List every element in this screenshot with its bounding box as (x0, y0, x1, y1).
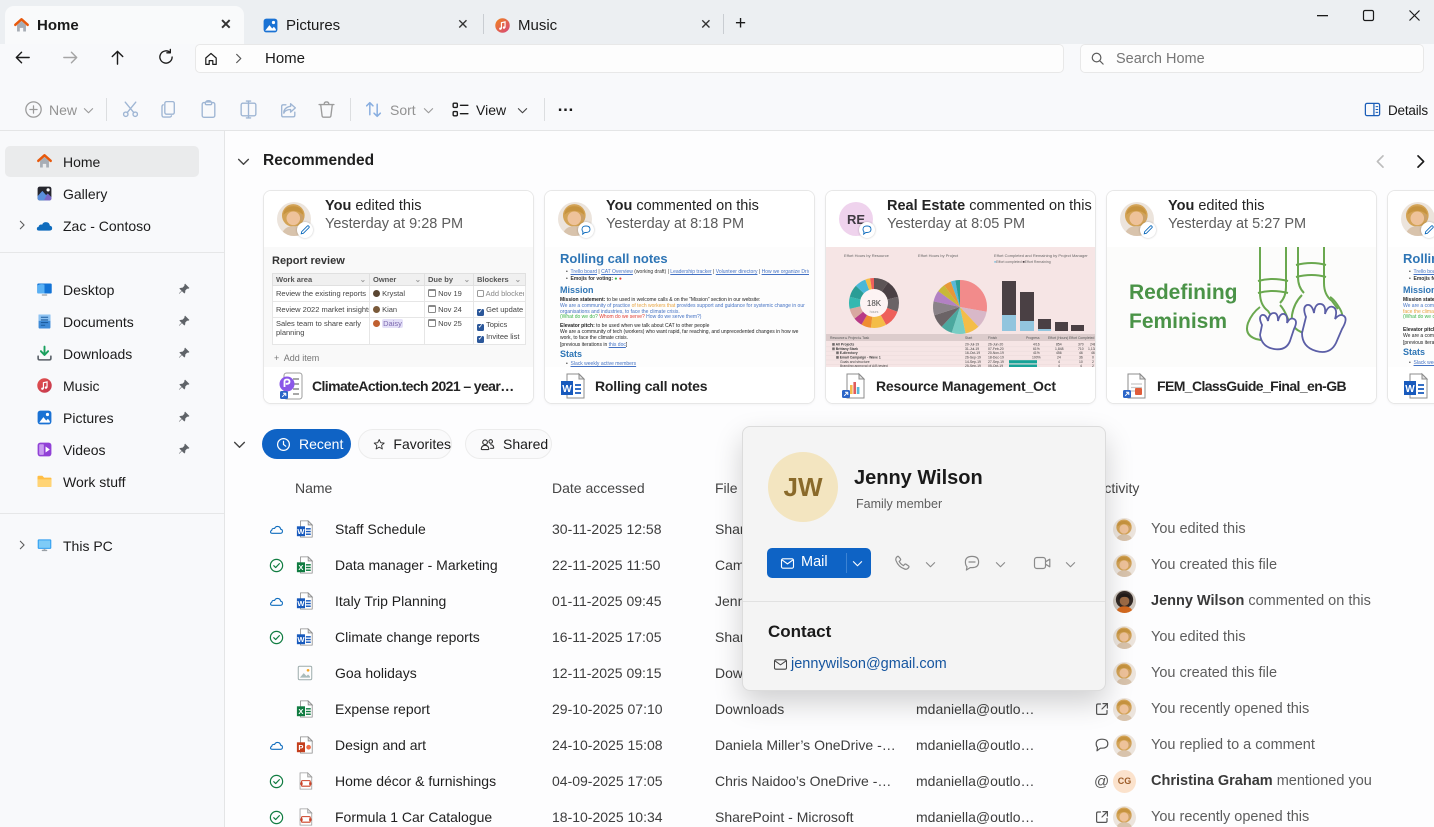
svg-text:07-Feb-20: 07-Feb-20 (988, 347, 1004, 351)
svg-text:W: W (1405, 384, 1415, 395)
svg-text:710: 710 (1078, 347, 1084, 351)
svg-text:20-Jul-19: 20-Jul-19 (965, 342, 979, 346)
svg-text:248: 248 (1090, 342, 1095, 346)
svg-text:W: W (562, 384, 572, 395)
svg-text:Effort (Hours): Effort (Hours) (1048, 336, 1068, 340)
svg-text:⊞ E-directory: ⊞ E-directory (836, 351, 858, 355)
svg-text:36: 36 (1079, 356, 1083, 360)
svg-text:Start: Start (965, 336, 972, 340)
svg-text:61%: 61% (1033, 347, 1040, 351)
svg-text:⊞ Brittany Stark: ⊞ Brittany Stark (832, 347, 858, 351)
svg-text:4/16: 4/16 (1033, 342, 1040, 346)
svg-text:⊞ Email Campaign - Wave 1: ⊞ Email Campaign - Wave 1 (836, 356, 881, 360)
svg-text:24: 24 (1057, 356, 1061, 360)
svg-text:370: 370 (1078, 342, 1084, 346)
svg-text:46: 46 (1079, 351, 1083, 355)
svg-text:854: 854 (1056, 342, 1062, 346)
svg-text:⊞ All Projects: ⊞ All Projects (832, 342, 854, 346)
svg-text:26-Sep-19: 26-Sep-19 (965, 356, 981, 360)
svg-text:31-Jul-19: 31-Jul-19 (965, 347, 979, 351)
svg-text:Finish: Finish (988, 336, 997, 340)
svg-text:hours: hours (870, 310, 879, 314)
svg-text:16-Oct-19: 16-Oct-19 (965, 351, 980, 355)
svg-text:41%: 41% (1033, 351, 1040, 355)
svg-text:1,138: 1,138 (1088, 347, 1095, 351)
svg-text:456: 456 (1056, 351, 1062, 355)
svg-text:0: 0 (1092, 356, 1094, 360)
svg-text:26-Jun-20: 26-Jun-20 (988, 342, 1003, 346)
svg-text:100%: 100% (1032, 356, 1041, 360)
svg-text:18K: 18K (867, 299, 882, 308)
svg-text:18-Dec-19: 18-Dec-19 (988, 356, 1004, 360)
svg-text:Resource ▸ Project ▸ Task: Resource ▸ Project ▸ Task (830, 336, 869, 340)
svg-text:Effort Completed (Ho...: Effort Completed (Ho... (1069, 336, 1095, 340)
svg-text:1,848: 1,848 (1055, 347, 1064, 351)
svg-text:20-Nov-19: 20-Nov-19 (988, 351, 1004, 355)
svg-text:46: 46 (1091, 351, 1095, 355)
svg-text:Progress: Progress (1026, 336, 1040, 340)
